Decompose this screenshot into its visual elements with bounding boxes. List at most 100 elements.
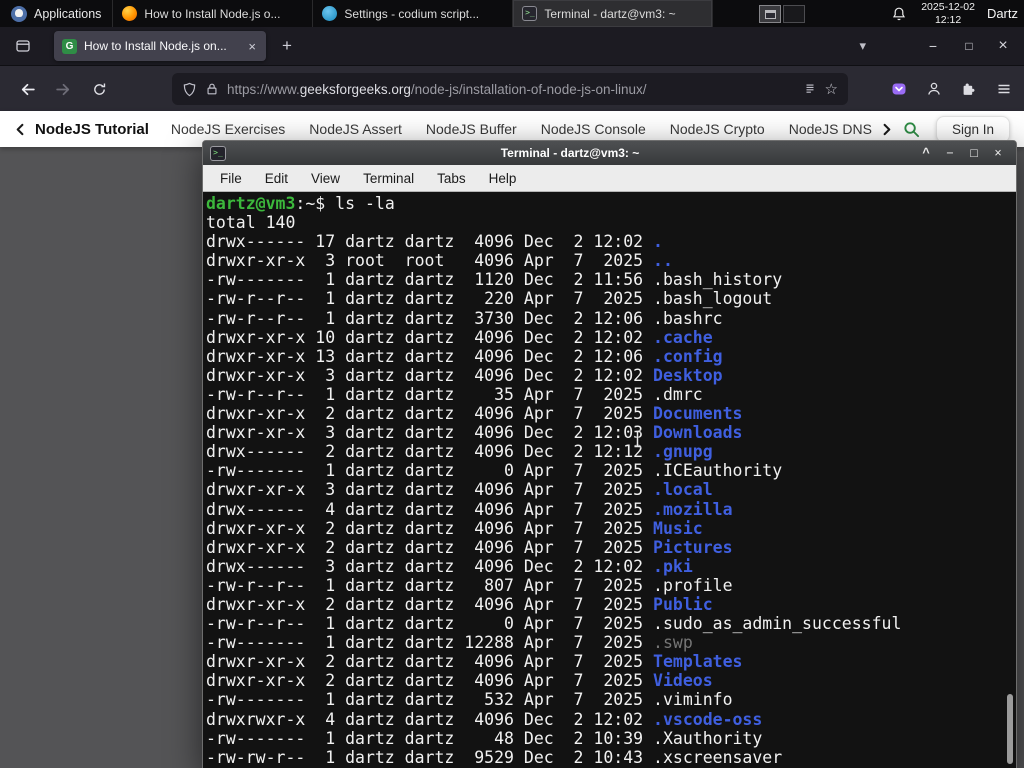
terminal-line: -rw------- 1 dartz dartz 48 Dec 2 10:39 …	[206, 728, 763, 748]
site-nav-link[interactable]: NodeJS Buffer	[426, 121, 517, 137]
terminal-menu-edit[interactable]: Edit	[265, 171, 288, 186]
file-name: .Xauthority	[653, 728, 763, 748]
file-name: .bashrc	[653, 308, 723, 328]
panel-user-menu[interactable]: Dartz	[987, 6, 1020, 21]
terminal-line: drwx------ 3 dartz dartz 4096 Dec 2 12:0…	[206, 556, 693, 576]
file-name: Videos	[653, 671, 713, 691]
terminal-shade-button[interactable]: ^	[914, 146, 938, 160]
file-name: Music	[653, 518, 703, 538]
extensions-puzzle-icon[interactable]	[955, 74, 983, 104]
terminal-close-button[interactable]: ×	[986, 146, 1010, 160]
terminal-menu-view[interactable]: View	[311, 171, 340, 186]
menu-hamburger-icon[interactable]	[990, 74, 1018, 104]
taskbar-window-title: Terminal - dartz@vm3: ~	[544, 6, 676, 21]
file-name: .local	[653, 480, 713, 500]
browser-tab-bar: G How to Install Node.js on... × + ▾ − □…	[0, 27, 1024, 65]
file-name: .	[653, 232, 663, 252]
firefox-view-icon[interactable]	[8, 32, 38, 60]
terminal-line: drwxr-xr-x 2 dartz dartz 4096 Apr 7 2025…	[206, 404, 743, 424]
list-all-tabs-icon[interactable]: ▾	[859, 27, 866, 65]
terminal-menu-terminal[interactable]: Terminal	[363, 171, 414, 186]
terminal-menu-tabs[interactable]: Tabs	[437, 171, 466, 186]
search-icon[interactable]	[903, 121, 920, 138]
url-text[interactable]: https://www.geeksforgeeks.org/node-js/in…	[227, 82, 795, 97]
terminal-line: drwxr-xr-x 2 dartz dartz 4096 Apr 7 2025…	[206, 537, 733, 557]
terminal-line: -rw-r--r-- 1 dartz dartz 0 Apr 7 2025 .s…	[206, 614, 902, 634]
terminal-menu-help[interactable]: Help	[489, 171, 517, 186]
taskbar-window-button[interactable]: Terminal - dartz@vm3: ~	[513, 0, 714, 27]
file-name: Downloads	[653, 423, 743, 443]
toolbar-right-icons	[885, 74, 1018, 104]
file-name: Public	[653, 594, 713, 614]
site-nav-link[interactable]: NodeJS DNS	[789, 121, 872, 137]
tracking-shield-icon[interactable]	[182, 82, 197, 97]
panel-clock[interactable]: 2025-12-02 12:12	[921, 1, 975, 26]
workspace-switcher[interactable]	[759, 4, 806, 23]
back-icon[interactable]	[12, 74, 42, 104]
terminal-icon	[522, 6, 538, 21]
terminal-line: -rw-r--r-- 1 dartz dartz 35 Apr 7 2025 .…	[206, 384, 703, 404]
site-nav-links: NodeJS Exercises NodeJS Assert NodeJS Buff…	[171, 121, 880, 137]
site-nav-link[interactable]: NodeJS Assert	[309, 121, 402, 137]
terminal-line: -rw------- 1 dartz dartz 1120 Dec 2 11:5…	[206, 270, 783, 290]
new-tab-button[interactable]: +	[282, 27, 292, 65]
terminal-line: -rw------- 1 dartz dartz 0 Apr 7 2025 .I…	[206, 461, 783, 481]
url-protocol: https://www.	[227, 81, 300, 97]
pocket-icon[interactable]	[885, 74, 913, 104]
terminal-output: drwx------ 17 dartz dartz 4096 Dec 2 12:…	[206, 232, 1016, 767]
applications-menu-button[interactable]: Applications	[0, 0, 112, 27]
chevron-right-icon[interactable]	[880, 123, 893, 136]
terminal-line: drwxr-xr-x 2 dartz dartz 4096 Apr 7 2025…	[206, 518, 703, 538]
workspace-window-thumb-icon	[765, 9, 777, 19]
site-nav-link[interactable]: NodeJS Exercises	[171, 121, 285, 137]
file-name: Templates	[653, 652, 743, 672]
terminal-titlebar[interactable]: Terminal - dartz@vm3: ~ ^ − □ ×	[203, 141, 1016, 165]
taskbar-window-button[interactable]: How to Install Node.js o...	[113, 0, 314, 27]
url-bar[interactable]: https://www.geeksforgeeks.org/node-js/in…	[172, 73, 848, 105]
tab-close-icon[interactable]: ×	[246, 38, 258, 55]
codium-icon	[322, 6, 338, 21]
site-nav-link[interactable]: NodeJS Console	[541, 121, 646, 137]
browser-close-button[interactable]: ×	[988, 27, 1018, 65]
top-panel: Applications How to Install Node.js o...…	[0, 0, 1024, 27]
terminal-body[interactable]: dartz@vm3:~$ ls -la total 140 drwx------…	[203, 192, 1016, 768]
prompt-path: ~	[305, 194, 316, 213]
lock-icon[interactable]	[205, 82, 219, 96]
terminal-line: -rw-r--r-- 1 dartz dartz 807 Apr 7 2025 …	[206, 575, 733, 595]
file-name: .pki	[653, 556, 693, 576]
browser-maximize-button[interactable]: □	[954, 27, 984, 65]
mouse-cursor	[632, 430, 643, 448]
browser-tab-active[interactable]: G How to Install Node.js on... ×	[54, 31, 266, 61]
taskbar-window-button[interactable]: Settings - codium script...	[313, 0, 514, 27]
file-name: .mozilla	[653, 499, 733, 519]
file-name: Documents	[653, 404, 743, 424]
terminal-maximize-button[interactable]: □	[962, 146, 986, 160]
terminal-line: drwxr-xr-x 3 dartz dartz 4096 Dec 2 12:0…	[206, 365, 723, 385]
terminal-minimize-button[interactable]: −	[938, 146, 962, 160]
terminal-scrollbar-thumb[interactable]	[1007, 694, 1013, 764]
terminal-window-controls: ^ − □ ×	[914, 146, 1016, 160]
sign-in-button[interactable]: Sign In	[935, 115, 1010, 143]
notifications-bell-icon[interactable]	[889, 4, 909, 24]
workspace-cell[interactable]	[783, 4, 806, 23]
reload-icon[interactable]	[84, 74, 114, 104]
taskbar: How to Install Node.js o... Settings - co…	[112, 0, 714, 27]
url-path: /node-js/installation-of-node-js-on-linu…	[410, 81, 647, 97]
bookmark-star-icon[interactable]: ☆	[825, 82, 838, 97]
workspace-cell-active[interactable]	[759, 4, 782, 23]
terminal-icon	[210, 145, 226, 161]
account-icon[interactable]	[920, 74, 948, 104]
browser-minimize-button[interactable]: −	[918, 27, 948, 65]
terminal-menu-file[interactable]: File	[220, 171, 242, 186]
panel-status-area: 2025-12-02 12:12 Dartz	[889, 1, 1024, 26]
site-nav-link[interactable]: NodeJS Crypto	[670, 121, 765, 137]
reader-mode-icon[interactable]	[803, 82, 817, 96]
terminal-line: drwxr-xr-x 2 dartz dartz 4096 Apr 7 2025…	[206, 594, 713, 614]
gfg-favicon: G	[62, 38, 77, 54]
chevron-left-icon[interactable]	[14, 123, 27, 136]
panel-time: 12:12	[934, 13, 962, 26]
terminal-menubar: File Edit View Terminal Tabs Help	[203, 165, 1016, 192]
site-nav-primary[interactable]: NodeJS Tutorial	[35, 121, 149, 138]
forward-icon[interactable]	[48, 74, 78, 104]
terminal-window: Terminal - dartz@vm3: ~ ^ − □ × File Edit…	[202, 140, 1017, 768]
